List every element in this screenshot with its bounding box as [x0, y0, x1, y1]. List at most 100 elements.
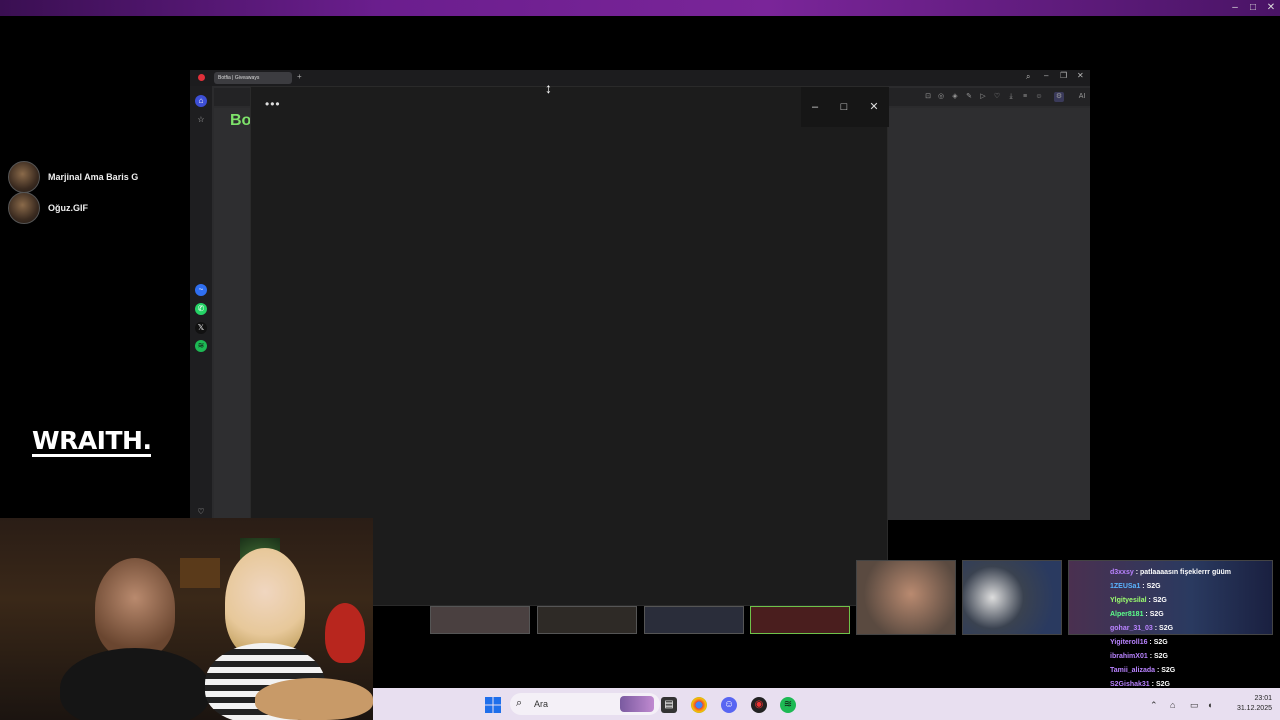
menu-icon[interactable]: ≡ — [1020, 92, 1030, 102]
overlay-minimize-button[interactable]: – — [805, 99, 825, 115]
new-tab-button[interactable]: + — [297, 72, 302, 81]
messenger-icon[interactable]: ~ — [195, 284, 207, 296]
stream-thumbnail[interactable] — [750, 606, 850, 634]
chat-message: 1ZEUSa1 : S2G — [1110, 583, 1161, 590]
file-explorer-icon[interactable]: ▤ — [661, 697, 677, 713]
minimize-window-button[interactable]: – — [1228, 2, 1242, 14]
camera-icon[interactable]: ◎ — [936, 92, 946, 102]
browser-restore-button[interactable]: ❐ — [1060, 71, 1067, 80]
profile-icon[interactable]: ☺ — [1034, 92, 1044, 102]
tray-expand-icon[interactable]: ⌃ — [1150, 700, 1158, 711]
chat-text: S2G — [1153, 653, 1168, 660]
stream-thumbnail[interactable] — [430, 606, 530, 634]
chat-message: Yigiteroll16 : S2G — [1110, 639, 1168, 646]
browser-close-button[interactable]: ✕ — [1077, 71, 1084, 80]
ai-button[interactable]: AI — [1074, 92, 1090, 102]
clock-time: 23:01 — [1254, 695, 1272, 702]
star-icon[interactable]: ☆ — [195, 114, 207, 126]
page-heading: Bo — [230, 112, 252, 129]
maximize-window-button[interactable]: □ — [1246, 2, 1260, 14]
browser-logo-icon — [198, 74, 205, 81]
browser-minimize-button[interactable]: – — [1044, 71, 1048, 80]
chat-message: S2Gishak31 : S2G — [1110, 681, 1170, 688]
chat-message: d3xxsy : patlaaaasın fişeklerrr güüm — [1110, 569, 1231, 576]
windows-start-icon[interactable] — [485, 697, 501, 713]
chat-message: Tamii_alizada : S2G — [1110, 667, 1175, 674]
chat-username[interactable]: 1ZEUSa1 — [1110, 583, 1140, 590]
shield-icon[interactable]: ◈ — [950, 92, 960, 102]
search-icon: ⌕ — [516, 697, 523, 709]
avatar — [8, 192, 40, 224]
whatsapp-icon[interactable]: ✆ — [195, 303, 207, 315]
extension-icon[interactable]: ✎ — [964, 92, 974, 102]
more-options-button[interactable]: ••• — [265, 97, 281, 111]
browser-tab[interactable]: Botfia | Giveaways — [214, 72, 292, 84]
heart-toolbar-icon[interactable]: ♡ — [992, 92, 1002, 102]
chat-username[interactable]: gohar_31_03 — [1110, 625, 1153, 632]
guest-face — [225, 548, 305, 658]
chat-message: gohar_31_03 : S2G — [1110, 625, 1173, 632]
search-tabs-icon[interactable]: ⌕ — [1026, 72, 1030, 82]
wraith-logo: WRAITH. — [32, 426, 152, 457]
search-input[interactable]: Ara — [534, 699, 548, 709]
chat-username[interactable]: Yigiteroll16 — [1110, 639, 1147, 646]
stream-thumbnail[interactable] — [644, 606, 744, 634]
avatar — [8, 161, 40, 193]
clock-date: 31.12.2025 — [1236, 705, 1272, 712]
overlay-maximize-button[interactable]: □ — [834, 99, 854, 115]
spotify-taskbar-icon[interactable]: ≋ — [780, 697, 796, 713]
chat-text: S2G — [1159, 625, 1174, 632]
heart-icon[interactable]: ♡ — [195, 506, 207, 518]
viewer-name: Marjinal Ama Baris G — [48, 172, 139, 182]
stream-top-bar — [0, 0, 1280, 16]
resize-cursor-icon: ↕ — [545, 80, 552, 96]
stream-thumbnail[interactable] — [856, 560, 956, 635]
spotify-icon[interactable]: ≋ — [195, 340, 207, 352]
close-window-button[interactable]: ✕ — [1264, 2, 1278, 14]
santa-figure — [325, 603, 365, 663]
chrome-icon[interactable] — [691, 697, 707, 713]
shelf-decoration — [180, 558, 220, 588]
download-icon[interactable]: ⤓ — [1006, 92, 1016, 102]
chat-username[interactable]: Alper8181 — [1110, 611, 1143, 618]
chat-text: S2G — [1155, 681, 1170, 688]
browser-tab-strip: Botfia | Giveaways + ⌕ – ❐ ✕ — [190, 70, 1090, 86]
display-icon[interactable]: ▭ — [1190, 700, 1199, 711]
chat-text: S2G — [1153, 639, 1168, 646]
streamer-body — [60, 648, 210, 720]
browser-sidebar: ⌂ ☆ ~ ✆ 𝕏 ≋ ♡ — [190, 86, 212, 520]
chat-message: ibrahimX01 : S2G — [1110, 653, 1168, 660]
discord-icon[interactable]: ☺ — [721, 697, 737, 713]
chat-username[interactable]: S2Gishak31 — [1110, 681, 1150, 688]
chat-message: Alper8181 : S2G — [1110, 611, 1164, 618]
overlay-close-button[interactable]: ✕ — [864, 99, 884, 115]
volume-icon[interactable]: ◖ — [1207, 700, 1212, 710]
network-icon[interactable]: ⌂ — [1170, 700, 1175, 710]
taskbar-clock[interactable]: 23:01 31.12.2025 — [1232, 694, 1272, 714]
chat-text: patlaaaasın fişeklerrr güüm — [1139, 569, 1232, 576]
chat-text: S2G — [1149, 611, 1164, 618]
search-highlight-image — [620, 696, 654, 712]
stream-thumbnail[interactable] — [962, 560, 1062, 635]
opera-gx-icon[interactable]: ◉ — [751, 697, 767, 713]
screenshot-icon[interactable]: ⊡ — [923, 92, 933, 102]
chat-text: S2G — [1146, 583, 1161, 590]
play-icon[interactable]: ▷ — [978, 92, 988, 102]
x-twitter-icon[interactable]: 𝕏 — [195, 322, 207, 334]
chat-username[interactable]: Ylgityesilal — [1110, 597, 1147, 604]
home-icon[interactable]: ⌂ — [195, 95, 207, 107]
stream-thumbnail[interactable] — [537, 606, 637, 634]
chat-text: S2G — [1161, 667, 1176, 674]
dog — [255, 678, 373, 720]
chat-message: Ylgityesilal : S2G — [1110, 597, 1167, 604]
chat-username[interactable]: Tamii_alizada — [1110, 667, 1155, 674]
viewer-name: Oğuz.GIF — [48, 203, 88, 213]
chat-text: S2G — [1152, 597, 1167, 604]
viewer-item[interactable]: Oğuz.GIF — [8, 192, 88, 224]
chat-username[interactable]: ibrahimX01 — [1110, 653, 1148, 660]
settings-icon[interactable]: ⚙ — [1054, 92, 1064, 102]
streamer-face — [95, 558, 175, 658]
webcam-feed — [0, 518, 373, 720]
viewer-item[interactable]: Marjinal Ama Baris G — [8, 161, 139, 193]
chat-username[interactable]: d3xxsy — [1110, 569, 1134, 576]
